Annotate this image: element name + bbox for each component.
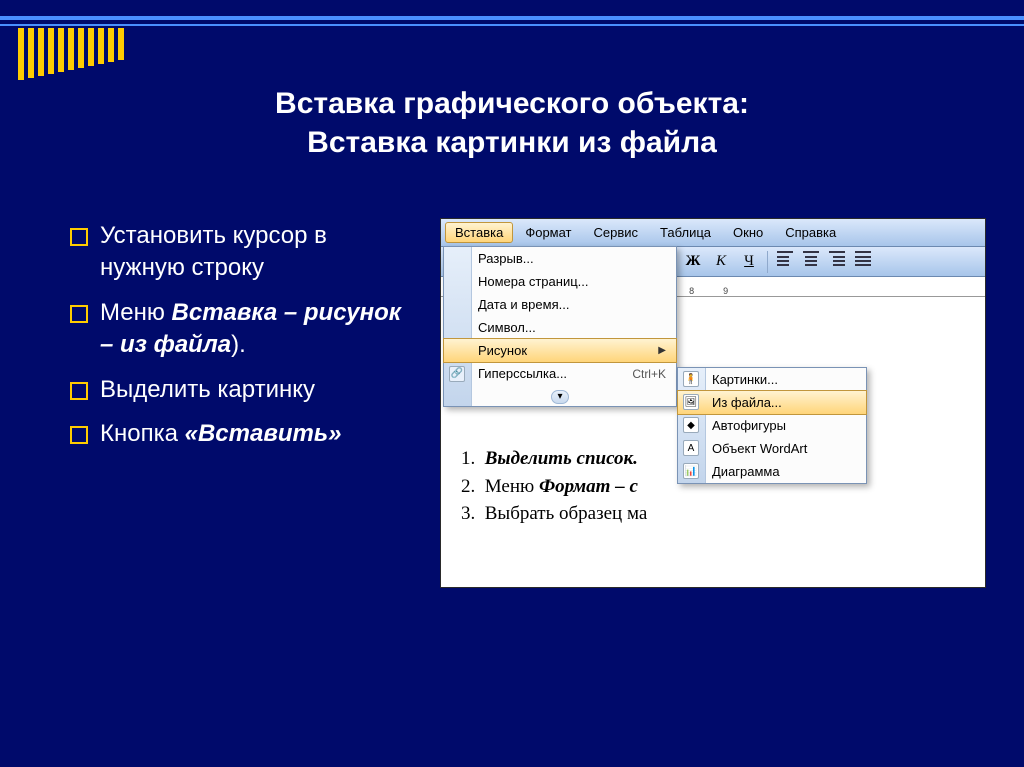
- decor-line-thick: [0, 16, 1024, 20]
- align-right-button[interactable]: [826, 251, 848, 273]
- submenu-item-autoshapes[interactable]: ◆ Автофигуры: [678, 414, 866, 437]
- submenu-item-from-file[interactable]: 🖼 Из файла...: [677, 390, 867, 415]
- menu-item-datetime[interactable]: Дата и время...: [444, 293, 676, 316]
- menu-format[interactable]: Формат: [515, 222, 581, 243]
- menubar: Вставка Формат Сервис Таблица Окно Справ…: [441, 219, 985, 247]
- menu-item-picture[interactable]: Рисунок▶: [443, 338, 677, 363]
- decor-line-thin: [0, 24, 1024, 26]
- image-icon: 🖼: [683, 394, 699, 410]
- menu-item-page-numbers[interactable]: Номера страниц...: [444, 270, 676, 293]
- submenu-arrow-icon: ▶: [658, 345, 666, 356]
- expand-menu-button[interactable]: ▾: [444, 385, 676, 406]
- menu-window[interactable]: Окно: [723, 222, 773, 243]
- align-left-button[interactable]: [774, 251, 796, 273]
- decor-stripes: [18, 28, 124, 80]
- bullet-2: Меню Вставка – рисунок – из файла).: [70, 297, 410, 362]
- menu-table[interactable]: Таблица: [650, 222, 721, 243]
- word-screenshot: Вставка Формат Сервис Таблица Окно Справ…: [440, 218, 986, 588]
- picture-submenu: 🧍 Картинки... 🖼 Из файла... ◆ Автофигуры…: [677, 367, 867, 484]
- shortcut-label: Ctrl+K: [632, 367, 666, 381]
- submenu-item-chart[interactable]: 📊 Диаграмма: [678, 460, 866, 483]
- title-line-2: Вставка картинки из файла: [0, 123, 1024, 162]
- bullet-4: Кнопка «Вставить»: [70, 418, 410, 450]
- chart-icon: 📊: [683, 463, 699, 479]
- menu-insert[interactable]: Вставка: [445, 222, 513, 243]
- title-line-1: Вставка графического объекта:: [0, 84, 1024, 123]
- format-toolbar: Ж К Ч: [675, 247, 985, 277]
- bullet-list: Установить курсор в нужную строку Меню В…: [70, 220, 410, 462]
- menu-item-hyperlink[interactable]: 🔗 Гиперссылка... Ctrl+K: [444, 362, 676, 385]
- bullet-3: Выделить картинку: [70, 374, 410, 406]
- italic-button[interactable]: К: [709, 251, 733, 273]
- wordart-icon: A: [683, 440, 699, 456]
- hyperlink-icon: 🔗: [449, 366, 465, 382]
- align-justify-button[interactable]: [852, 251, 874, 273]
- align-center-button[interactable]: [800, 251, 822, 273]
- slide-title: Вставка графического объекта: Вставка ка…: [0, 84, 1024, 162]
- insert-dropdown: Разрыв... Номера страниц... Дата и время…: [443, 246, 677, 407]
- menu-tools[interactable]: Сервис: [584, 222, 649, 243]
- submenu-item-clipart[interactable]: 🧍 Картинки...: [678, 368, 866, 391]
- shapes-icon: ◆: [683, 417, 699, 433]
- bullet-1: Установить курсор в нужную строку: [70, 220, 410, 285]
- menu-item-break[interactable]: Разрыв...: [444, 247, 676, 270]
- submenu-item-wordart[interactable]: A Объект WordArt: [678, 437, 866, 460]
- bold-button[interactable]: Ж: [681, 251, 705, 273]
- menu-help[interactable]: Справка: [775, 222, 846, 243]
- separator: [767, 251, 768, 273]
- underline-button[interactable]: Ч: [737, 251, 761, 273]
- clipart-icon: 🧍: [683, 371, 699, 387]
- menu-item-symbol[interactable]: Символ...: [444, 316, 676, 339]
